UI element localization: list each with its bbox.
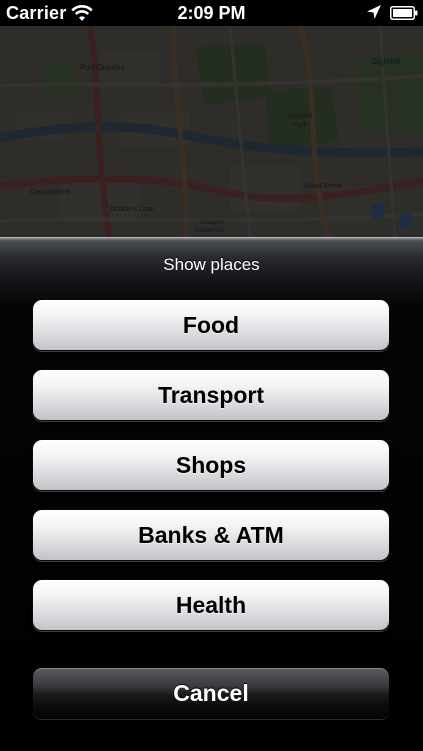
food-button[interactable]: Food	[32, 299, 390, 351]
shops-button[interactable]: Shops	[32, 439, 390, 491]
status-bar: Carrier 2:09 PM	[0, 0, 423, 26]
transport-button[interactable]: Transport	[32, 369, 390, 421]
banks-atm-button[interactable]: Banks & ATM	[32, 509, 390, 561]
map-view[interactable]: Port Dundas Sighthill Sighthill Park Bai…	[0, 26, 423, 240]
clock-time: 2:09 PM	[177, 3, 246, 23]
action-sheet-title: Show places	[163, 255, 260, 274]
location-arrow-icon	[366, 4, 382, 20]
cancel-button[interactable]: Cancel	[32, 667, 390, 719]
action-sheet: Show places Food Transport Shops Banks &…	[0, 237, 423, 751]
map-dim-overlay	[0, 26, 423, 240]
health-button[interactable]: Health	[32, 579, 390, 631]
battery-icon	[390, 6, 418, 20]
